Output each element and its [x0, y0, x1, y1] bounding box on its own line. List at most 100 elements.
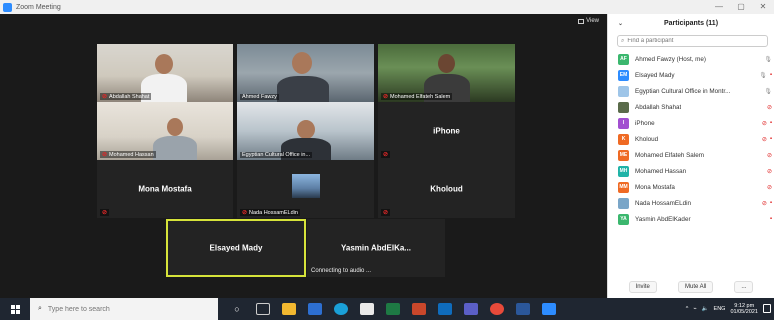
participant-name: Abdallah Shahat	[635, 103, 682, 111]
avatar: MH	[618, 165, 629, 177]
tile-name: Abdallah Shahat	[109, 93, 150, 100]
zoom-taskbar-icon[interactable]	[542, 303, 556, 315]
participant-name: Mohamed Hassan	[635, 167, 687, 175]
avatar: MM	[618, 181, 629, 193]
participant-search[interactable]: ⌕	[617, 35, 768, 47]
video-tile[interactable]: ⊘ Nada HossamELdin	[237, 160, 374, 218]
video-tile[interactable]: ⊘ Mohamed Hassan	[97, 102, 233, 160]
tile-name: Mona Mostafa	[138, 184, 192, 194]
mute-all-button[interactable]: Mute All	[677, 281, 714, 293]
avatar: EM	[618, 69, 629, 81]
search-icon: ⌕	[38, 305, 42, 312]
cortana-icon[interactable]: ○	[230, 303, 244, 315]
search-input[interactable]	[627, 38, 748, 44]
store-icon[interactable]	[360, 303, 374, 315]
mic-muted-icon: ⊘	[761, 120, 767, 127]
participant-name: Elsayed Mady	[635, 71, 675, 79]
participant-row[interactable]: EM Elsayed Mady 🎙 ▪	[608, 67, 774, 83]
mic-muted-icon: ⊘	[102, 94, 108, 100]
participant-name: Ahmed Fawzy (Host, me)	[635, 55, 707, 63]
participant-row[interactable]: Egyptian Cultural Office in Montr... 🎙	[608, 83, 774, 99]
network-icon[interactable]: ⌁	[693, 306, 696, 312]
mic-muted-icon: ⊘	[383, 152, 389, 158]
participant-row[interactable]: I iPhone ⊘ ▪	[608, 115, 774, 131]
participant-name: iPhone	[635, 119, 655, 127]
video-tile[interactable]: Egyptian Cultural Office in...	[237, 102, 374, 160]
participant-row[interactable]: MH Mohamed Hassan ⊘	[608, 163, 774, 179]
participant-name: Kholoud	[635, 135, 659, 143]
clock[interactable]: 9:12 pm 01/05/2021	[730, 303, 758, 315]
avatar	[618, 101, 629, 113]
tile-name: Egyptian Cultural Office in...	[242, 152, 311, 158]
calendar-icon[interactable]	[308, 303, 322, 315]
word-icon[interactable]	[516, 303, 530, 315]
chevron-up-icon[interactable]: ^	[686, 306, 689, 312]
connecting-status: Connecting to audio ...	[311, 268, 372, 274]
participant-row[interactable]: ME Mohamed Elfateh Salem ⊘	[608, 147, 774, 163]
participant-name: Nada HossamELdin	[635, 199, 692, 207]
close-button[interactable]: ✕	[752, 0, 774, 14]
tile-name: Kholoud	[430, 184, 463, 194]
participants-panel: ⌄ Participants (11) ⌕ AF Ahmed Fawzy (Ho…	[607, 14, 774, 298]
minimize-button[interactable]: —	[708, 0, 730, 14]
maximize-button[interactable]: ▢	[730, 0, 752, 14]
video-tile[interactable]: ⊘ Mohamed Elfateh Salem	[378, 44, 515, 102]
participant-row[interactable]: K Kholoud ⊘ ▪	[608, 131, 774, 147]
windows-logo-icon	[10, 304, 20, 314]
video-tile[interactable]: Mona Mostafa ⊘	[97, 160, 233, 218]
mic-muted-icon: ⊘	[766, 168, 772, 175]
participants-title: Participants (11)	[663, 19, 719, 27]
mic-icon: 🎙	[764, 56, 772, 63]
avatar: K	[618, 133, 629, 145]
participant-row[interactable]: AF Ahmed Fawzy (Host, me) 🎙	[608, 51, 774, 67]
powerpoint-icon[interactable]	[412, 303, 426, 315]
taskbar: ⌕ ○ ^ ⌁ 🔈 ENG 9:12 pm 01/05/2021	[0, 298, 774, 320]
notification-icon[interactable]	[763, 304, 771, 313]
video-tile[interactable]: Kholoud ⊘	[378, 160, 515, 218]
excel-icon[interactable]	[386, 303, 400, 315]
outlook-icon[interactable]	[438, 303, 452, 315]
taskbar-search-input[interactable]	[47, 305, 198, 313]
tile-name: iPhone	[433, 126, 460, 136]
taskbar-search[interactable]: ⌕	[30, 298, 218, 320]
video-tile[interactable]: iPhone ⊘	[378, 102, 515, 160]
video-tile[interactable]: Yasmin AbdElKa... Connecting to audio ..…	[307, 219, 445, 277]
chrome-icon[interactable]	[490, 303, 504, 315]
mic-muted-icon: ⊘	[766, 104, 772, 111]
teams-icon[interactable]	[464, 303, 478, 315]
video-tile-active-speaker[interactable]: Elsayed Mady	[166, 219, 306, 277]
chevron-down-icon[interactable]: ⌄	[618, 20, 623, 27]
mic-muted-icon: ⊘	[766, 152, 772, 159]
more-options-button[interactable]: ...	[734, 281, 754, 293]
participant-row[interactable]: Abdallah Shahat ⊘	[608, 99, 774, 115]
participant-row[interactable]: Nada HossamELdin ⊘ ▪	[608, 195, 774, 211]
file-explorer-icon[interactable]	[282, 303, 296, 315]
tile-name: Nada HossamELdin	[249, 209, 298, 216]
mic-muted-icon: ⊘	[383, 210, 389, 216]
tile-name: Mohamed Hassan	[109, 151, 154, 158]
tile-name: Yasmin AbdElKa...	[341, 243, 411, 253]
video-tile[interactable]: Ahmed Fawzy	[237, 44, 374, 102]
video-off-icon: ▪	[769, 119, 772, 126]
video-tile[interactable]: ⊘ Abdallah Shahat	[97, 44, 233, 102]
zoom-app-icon	[3, 2, 12, 12]
profile-picture	[291, 174, 320, 198]
system-tray: ^ ⌁ 🔈 ENG 9:12 pm 01/05/2021	[686, 298, 774, 320]
tile-name: Ahmed Fawzy	[242, 94, 277, 100]
participant-name: Egyptian Cultural Office in Montr...	[635, 87, 731, 95]
participant-row[interactable]: YA Yasmin AbdElKader ▪	[608, 211, 774, 227]
participant-name: Mohamed Elfateh Salem	[635, 151, 704, 159]
avatar: AF	[618, 53, 629, 65]
window-titlebar: Zoom Meeting — ▢ ✕	[0, 0, 774, 14]
volume-icon[interactable]: 🔈	[702, 306, 709, 312]
start-button[interactable]	[0, 298, 30, 320]
language-indicator[interactable]: ENG	[714, 306, 726, 312]
task-view-icon[interactable]	[256, 303, 270, 315]
participant-video	[155, 54, 173, 74]
view-button[interactable]: View	[578, 18, 599, 24]
invite-button[interactable]: Invite	[628, 281, 657, 293]
participant-row[interactable]: MM Mona Mostafa ⊘	[608, 179, 774, 195]
edge-icon[interactable]	[334, 303, 348, 315]
tile-name: Elsayed Mady	[209, 243, 263, 253]
clock-date: 01/05/2021	[730, 309, 758, 315]
